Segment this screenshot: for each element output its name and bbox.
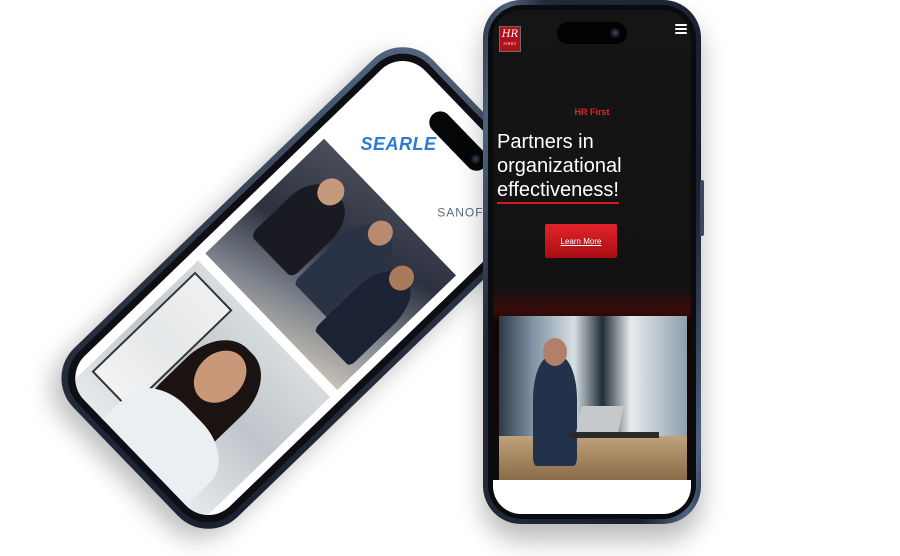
left-phone: SEARLE SANOFI ◔ xyxy=(44,29,567,547)
dynamic-island xyxy=(557,22,627,44)
office-laptop-photo xyxy=(499,316,687,480)
camera-icon xyxy=(468,151,483,166)
camera-icon xyxy=(610,28,620,38)
device-mockup-scene: SEARLE SANOFI ◔ xyxy=(0,0,900,556)
right-phone-screen: HR FIRST HR First Partners in organizati… xyxy=(493,10,691,514)
headline-line-3: effectiveness! xyxy=(497,179,619,204)
hr-first-logo[interactable]: HR FIRST xyxy=(499,26,521,52)
right-phone: HR FIRST HR First Partners in organizati… xyxy=(483,0,704,524)
person-face xyxy=(543,338,567,366)
side-button xyxy=(700,180,704,236)
hamburger-menu-icon[interactable] xyxy=(675,24,687,36)
logo-first-text: FIRST xyxy=(503,41,517,46)
headline-line-2: organizational xyxy=(497,155,622,177)
person-body xyxy=(533,356,577,466)
headline-line-1: Partners in xyxy=(497,131,594,153)
sanofi-logo-text: SANOFI xyxy=(437,205,488,220)
table-shape xyxy=(569,432,659,438)
hero-kicker: HR First xyxy=(574,107,610,117)
hero-headline: Partners in organizational effectiveness… xyxy=(497,130,691,204)
learn-more-button[interactable]: Learn More xyxy=(545,224,617,258)
searle-logo: SEARLE xyxy=(360,134,437,155)
logo-hr-text: HR xyxy=(501,29,519,40)
laptop-icon xyxy=(576,406,624,432)
screen-bottom-area xyxy=(493,480,691,514)
floor-shape xyxy=(499,436,687,480)
